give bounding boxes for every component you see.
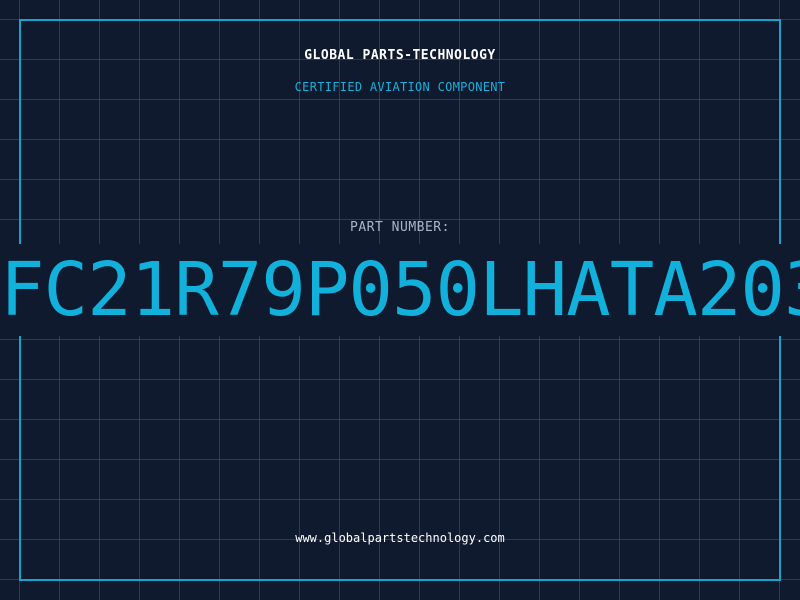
part-number-label: PART NUMBER: <box>350 220 450 235</box>
part-number-value: FC21R79P050LHATA203 <box>0 247 800 333</box>
part-number-band: FC21R79P050LHATA203 <box>0 244 800 336</box>
website-url: www.globalpartstechnology.com <box>295 531 505 545</box>
certification-subtitle: CERTIFIED AVIATION COMPONENT <box>294 80 506 94</box>
company-name: GLOBAL PARTS-TECHNOLOGY <box>304 48 496 63</box>
